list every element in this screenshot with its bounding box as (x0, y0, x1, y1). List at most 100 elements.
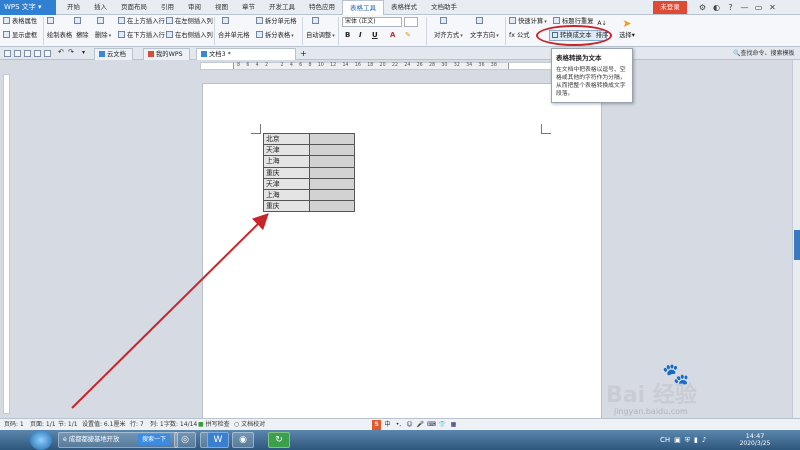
table-cell[interactable] (309, 166, 355, 179)
login-button[interactable]: 未登录 (653, 1, 687, 14)
table-cell[interactable] (309, 155, 355, 168)
text-direction-button[interactable]: 文字方向▾ (470, 31, 499, 41)
select-button[interactable]: ➤ 选择▾ (617, 17, 637, 39)
font-size-select[interactable] (404, 17, 418, 27)
undo-icon[interactable]: ↶ (58, 49, 65, 56)
eraser-label[interactable]: 擦除 (76, 31, 89, 41)
insert-row-above-button[interactable]: 在上方插入行 (118, 17, 165, 27)
underline-button[interactable]: U (372, 31, 378, 39)
menu-home[interactable]: 开始 (60, 0, 87, 15)
show-gridlines-button[interactable]: 显示虚框 (3, 31, 37, 41)
table-cell[interactable] (309, 132, 355, 146)
draw-table-label[interactable]: 绘制表格 (47, 31, 72, 41)
pdf-icon[interactable] (24, 50, 31, 57)
skin-icon[interactable]: ◐ (711, 0, 722, 15)
text-direction-icon-button[interactable] (476, 17, 485, 27)
insert-col-left-button[interactable]: 在左侧插入列 (166, 17, 213, 27)
menu-table-style[interactable]: 表格样式 (384, 0, 424, 15)
table-cell[interactable]: 上海 (263, 188, 310, 202)
insert-col-right-button[interactable]: 在右侧插入列 (166, 31, 213, 41)
menu-review[interactable]: 审阅 (181, 0, 208, 15)
menu-doc-assistant[interactable]: 文档助手 (424, 0, 464, 15)
taskbar-ie-icon[interactable]: ◎ (174, 432, 196, 448)
font-color-button[interactable]: A (390, 31, 395, 39)
align-button[interactable]: 对齐方式▾ (434, 31, 463, 41)
align-icon-button[interactable] (440, 17, 449, 27)
ime-emoji-icon[interactable]: ☺ (405, 420, 414, 430)
auto-fit-button[interactable]: 自动调整▾ (306, 31, 335, 41)
insert-row-below-button[interactable]: 在下方插入行 (118, 31, 165, 41)
city-table[interactable]: 北京 天津 上海 重庆 天津 上海 重庆 (263, 132, 355, 213)
system-clock[interactable]: 14:47 2020/3/25 (735, 432, 775, 448)
close-icon[interactable]: ✕ (767, 0, 778, 15)
new-tab-button[interactable]: + (296, 48, 313, 60)
help-icon[interactable]: ? (725, 0, 736, 15)
settings-icon[interactable]: ⚙ (697, 0, 708, 15)
table-cell[interactable]: 天津 (263, 144, 310, 157)
eraser-button[interactable] (74, 17, 83, 27)
menu-insert[interactable]: 插入 (87, 0, 114, 15)
tray-shield-icon[interactable]: ⛨ (685, 436, 690, 445)
tab-cloud-docs[interactable]: 云文档 (94, 48, 133, 60)
quick-calc-button[interactable]: 快速计算▾ (509, 17, 547, 27)
volume-icon[interactable]: ♪ (702, 436, 706, 444)
menu-features[interactable]: 特色应用 (302, 0, 342, 15)
menu-chapter[interactable]: 章节 (235, 0, 262, 15)
taskbar-app-icon[interactable]: ◉ (232, 432, 254, 448)
ime-chinese-toggle[interactable]: 中 (383, 420, 392, 430)
auto-fit-icon-button[interactable] (312, 17, 321, 27)
ime-punctuation-icon[interactable]: •, (394, 420, 403, 430)
table-cell[interactable] (309, 144, 355, 157)
menu-table-tools[interactable]: 表格工具 (342, 0, 384, 15)
sogou-icon[interactable]: S (372, 420, 381, 430)
print-icon[interactable] (34, 50, 41, 57)
table-cell[interactable]: 上海 (263, 155, 310, 168)
menu-references[interactable]: 引用 (154, 0, 181, 15)
highlight-icon[interactable]: ✎ (405, 31, 411, 39)
split-table-button[interactable]: 拆分表格▾ (256, 31, 294, 41)
table-cell[interactable]: 北京 (263, 132, 310, 146)
app-menu-button[interactable]: WPS 文字 ▾ (0, 0, 56, 15)
taskbar-search-button[interactable]: 搜索一下 (138, 434, 170, 445)
tab-document3[interactable]: 文档3 * (196, 48, 296, 60)
redo-icon[interactable]: ↷ (68, 49, 75, 56)
split-cells-button[interactable]: 拆分单元格 (256, 17, 296, 27)
ime-toolbox-icon[interactable]: ▦ (449, 420, 458, 430)
maximize-icon[interactable]: ▭ (753, 0, 764, 15)
italic-button[interactable]: I (359, 31, 362, 39)
ime-voice-icon[interactable]: 🎤 (416, 420, 425, 430)
taskbar-wps-icon[interactable]: W (207, 432, 229, 448)
command-search[interactable]: 🔍查找命令、搜索模板 (733, 47, 795, 60)
quick-access-dropdown-icon[interactable]: ▾ (82, 49, 89, 56)
table-properties-button[interactable]: 表格属性 (3, 17, 37, 27)
document-page[interactable]: 北京 天津 上海 重庆 天津 上海 重庆 (202, 83, 602, 419)
font-name-select[interactable]: 宋体 (正文) (342, 17, 402, 27)
table-cell[interactable]: 重庆 (263, 166, 310, 179)
table-cell[interactable]: 重庆 (263, 200, 310, 213)
delete-label[interactable]: 删除▾ (95, 31, 111, 41)
table-cell[interactable] (309, 200, 355, 213)
ime-skin-icon[interactable]: 👕 (438, 420, 447, 430)
formula-button[interactable]: fx 公式 (509, 31, 530, 41)
horizontal-ruler[interactable]: 8 6 4 2 2 4 6 8 10 12 14 16 18 20 22 24 26 28 30 32 34 36 38 (200, 62, 598, 70)
merge-cells-icon-button[interactable] (222, 17, 231, 27)
save-icon[interactable] (14, 50, 21, 57)
vertical-scrollbar[interactable] (792, 60, 800, 418)
language-indicator[interactable]: CH (660, 436, 670, 444)
draw-table-button[interactable] (47, 17, 56, 27)
tray-app-icon[interactable]: ▣ (674, 436, 681, 444)
table-cell[interactable]: 天津 (263, 177, 310, 190)
table-cell[interactable] (309, 177, 355, 190)
preview-icon[interactable] (44, 50, 51, 57)
scrollbar-thumb[interactable] (794, 230, 800, 260)
taskbar-refresh-icon[interactable]: ↻ (268, 432, 290, 448)
network-icon[interactable]: ▮ (694, 436, 698, 444)
menu-page-layout[interactable]: 页面布局 (114, 0, 154, 15)
open-folder-icon[interactable] (4, 50, 11, 57)
merge-cells-button[interactable]: 合并单元格 (218, 31, 249, 41)
start-button[interactable] (30, 430, 52, 450)
menu-view[interactable]: 视图 (208, 0, 235, 15)
delete-button[interactable] (97, 17, 106, 27)
ime-keyboard-icon[interactable]: ⌨ (427, 420, 436, 430)
vertical-ruler[interactable] (3, 74, 10, 414)
